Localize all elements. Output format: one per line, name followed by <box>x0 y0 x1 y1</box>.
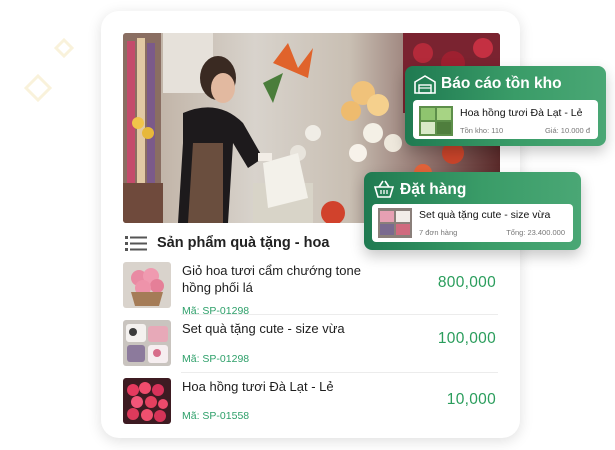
inventory-report-title: Báo cáo tồn kho <box>441 75 562 92</box>
row-divider <box>181 372 498 373</box>
list-menu-icon[interactable] <box>125 235 147 251</box>
inventory-price: Giá: 10.000 đ <box>544 126 590 135</box>
row-divider <box>181 314 498 315</box>
warehouse-icon <box>414 75 436 94</box>
product-price: 10,000 <box>446 391 496 408</box>
order-total: Tổng: 23.400.000 <box>506 228 565 237</box>
product-thumbnail <box>123 378 171 424</box>
inventory-stock: Tồn kho: 110 <box>460 126 504 135</box>
order-card[interactable]: Đặt hàng Set quà tặng cute - size vừa 7 … <box>364 172 581 250</box>
product-code: Mã: SP-01558 <box>182 410 250 422</box>
product-thumbnail <box>123 320 171 366</box>
order-title: Đặt hàng <box>400 181 467 198</box>
inventory-item[interactable]: Hoa hồng tươi Đà Lạt - Lẻ Tồn kho: 110 G… <box>413 100 598 139</box>
product-name: Set quà tặng cute - size vừa <box>182 321 345 336</box>
product-code: Mã: SP-01298 <box>182 305 250 317</box>
inventory-item-thumbnail <box>419 106 453 136</box>
inventory-item-name: Hoa hồng tươi Đà Lạt - Lẻ <box>460 107 583 119</box>
product-name: Giỏ hoa tươi cẩm chướng tone hồng phối l… <box>182 263 361 295</box>
product-price: 100,000 <box>437 330 496 347</box>
product-thumbnail <box>123 262 171 308</box>
order-count: 7 đơn hàng <box>419 228 458 237</box>
order-item[interactable]: Set quà tặng cute - size vừa 7 đơn hàng … <box>372 204 573 242</box>
order-item-name: Set quà tặng cute - size vừa <box>419 209 551 221</box>
product-row[interactable]: Giỏ hoa tươi cẩm chướng tone hồng phối l… <box>123 262 498 317</box>
product-list-header: Sản phẩm quà tặng - hoa <box>125 233 329 253</box>
basket-icon <box>373 180 395 198</box>
product-list-title: Sản phẩm quà tặng - hoa <box>157 235 330 251</box>
order-item-thumbnail <box>378 208 412 238</box>
product-name: Hoa hồng tươi Đà Lạt - Lẻ <box>182 379 334 394</box>
inventory-report-card[interactable]: Báo cáo tồn kho Hoa hồng tươi Đà Lạt - L… <box>405 66 606 146</box>
product-row[interactable]: Set quà tặng cute - size vừa Mã: SP-0129… <box>123 320 498 372</box>
product-price: 800,000 <box>437 274 496 291</box>
product-row[interactable]: Hoa hồng tươi Đà Lạt - Lẻ Mã: SP-01558 1… <box>123 378 498 430</box>
decorative-sparkle <box>23 37 75 103</box>
product-code: Mã: SP-01298 <box>182 353 250 365</box>
